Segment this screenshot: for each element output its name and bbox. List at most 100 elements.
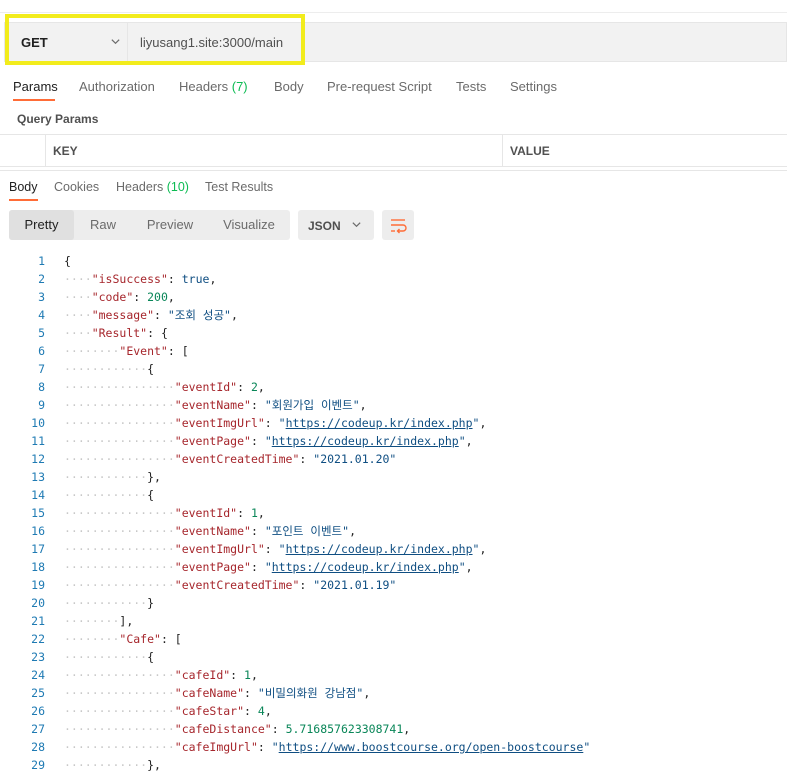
chevron-down-icon (351, 219, 362, 233)
code-token: : (250, 434, 265, 448)
code-token: 1 (244, 668, 251, 682)
indent-guide: ···· (64, 308, 92, 322)
tab-authorization[interactable]: Authorization (79, 79, 155, 94)
wrap-lines-button[interactable] (382, 210, 414, 240)
code-token: { (64, 254, 71, 268)
code-line: 17 ················"eventImgUrl": "https:… (0, 540, 787, 558)
code-token: " (583, 740, 591, 754)
code-token: "eventImgUrl" (174, 542, 265, 556)
format-label: JSON (308, 219, 341, 233)
url-link[interactable]: https://www.boostcourse.org/open-boostco… (279, 740, 584, 754)
code-text: ············} (64, 594, 154, 612)
code-token: : (299, 452, 314, 466)
code-token: "회원가입 이벤트" (264, 398, 360, 412)
response-tabs: Body Cookies Headers (10) Test Results (0, 176, 787, 202)
line-number: 26 (31, 704, 45, 718)
url-link[interactable]: https://codeup.kr/index.php (286, 416, 473, 430)
indent-guide: ················ (64, 740, 175, 754)
response-tab-cookies[interactable]: Cookies (54, 180, 99, 194)
code-token: , (250, 668, 258, 682)
response-tab-test-results[interactable]: Test Results (205, 180, 273, 194)
code-text: ················"eventName": "회원가입 이벤트", (64, 396, 367, 414)
code-text: ····"isSuccess": true, (64, 270, 216, 288)
tab-headers[interactable]: Headers (7) (179, 79, 248, 94)
code-text: ················"eventImgUrl": "https://… (64, 540, 486, 558)
code-token: : (237, 380, 251, 394)
tab-settings[interactable]: Settings (510, 79, 557, 94)
code-token: : (257, 740, 272, 754)
indent-guide: ···· (64, 326, 92, 340)
view-mode-preview[interactable]: Preview (133, 210, 207, 240)
tab-body[interactable]: Body (274, 79, 304, 94)
request-tabs: Params Authorization Headers (7) Body Pre-re… (0, 75, 787, 101)
code-token: { (147, 488, 155, 502)
line-number: 4 (38, 308, 45, 322)
code-text: ············{ (64, 648, 154, 666)
code-line: 3 ····"code": 200, (0, 288, 787, 306)
code-token: " (264, 560, 272, 574)
code-text: ········"Event": [ (64, 342, 189, 360)
tab-params[interactable]: Params (13, 79, 58, 94)
code-token: , (465, 560, 473, 574)
code-text: ················"eventId": 1, (64, 504, 265, 522)
tab-pre-request-script[interactable]: Pre-request Script (327, 79, 432, 94)
line-number: 27 (31, 722, 45, 736)
tab-label: Pre-request Script (327, 79, 432, 94)
response-tab-headers[interactable]: Headers (10) (116, 180, 189, 194)
code-line: 19 ················"eventCreatedTime": "2… (0, 576, 787, 594)
code-token: " (278, 542, 286, 556)
line-number: 18 (31, 560, 45, 574)
view-mode-raw[interactable]: Raw (79, 210, 127, 240)
tab-label: Authorization (79, 79, 155, 94)
code-text: ················"cafeId": 1, (64, 666, 258, 684)
line-number: 1 (38, 254, 45, 268)
code-text: ············}, (64, 756, 161, 774)
code-line: 16 ················"eventName": "포인트 이벤트"… (0, 522, 787, 540)
indent-guide: ················ (64, 542, 175, 556)
indent-guide: ············ (64, 470, 148, 484)
view-mode-visualize[interactable]: Visualize (213, 210, 285, 240)
code-line: 1{ (0, 252, 787, 270)
tab-label: Headers (116, 180, 164, 194)
method-select[interactable]: GET (13, 23, 125, 61)
tab-tests[interactable]: Tests (456, 79, 486, 94)
code-line: 23 ············{ (0, 648, 787, 666)
indent-guide: ················ (64, 686, 175, 700)
code-text: ········"Cafe": [ (64, 630, 182, 648)
code-text: ················"cafeStar": 4, (64, 702, 272, 720)
top-divider (0, 12, 787, 13)
url-link[interactable]: https://codeup.kr/index.php (272, 560, 459, 574)
code-text: ············{ (64, 360, 154, 378)
indent-guide: ················ (64, 380, 175, 394)
view-mode-group: Pretty Raw Preview Visualize (9, 210, 290, 240)
code-token: "eventPage" (174, 560, 251, 574)
code-token: }, (147, 470, 161, 484)
line-number: 22 (31, 632, 45, 646)
code-token: "비밀의화원 강남점" (257, 686, 364, 700)
url-link[interactable]: https://codeup.kr/index.php (272, 434, 459, 448)
code-token: "cafeStar" (174, 704, 245, 718)
line-number: 25 (31, 686, 45, 700)
code-text: ················"eventImgUrl": "https://… (64, 414, 486, 432)
code-text: ····"code": 200, (64, 288, 175, 306)
code-token: ], (119, 614, 134, 628)
indent-guide: ············ (64, 362, 148, 376)
code-token: "포인트 이벤트" (264, 524, 350, 538)
line-number: 29 (31, 758, 45, 772)
response-tab-body[interactable]: Body (9, 180, 38, 194)
code-token: , (257, 380, 265, 394)
code-token: } (147, 596, 155, 610)
url-input[interactable]: liyusang1.site:3000/main (140, 35, 283, 50)
code-token: 5.716857623308741 (285, 722, 404, 736)
tab-label: Tests (456, 79, 487, 94)
format-select[interactable]: JSON (298, 210, 374, 240)
code-token: : (244, 686, 258, 700)
view-mode-pretty[interactable]: Pretty (9, 210, 74, 240)
url-link[interactable]: https://codeup.kr/index.php (286, 542, 473, 556)
code-token: : (250, 560, 265, 574)
request-url-bar: GET liyusang1.site:3000/main (4, 22, 787, 62)
line-number: 12 (31, 452, 45, 466)
key-column-header: KEY (45, 135, 502, 166)
code-token: , (230, 308, 238, 322)
code-token: "Result" (91, 326, 148, 340)
